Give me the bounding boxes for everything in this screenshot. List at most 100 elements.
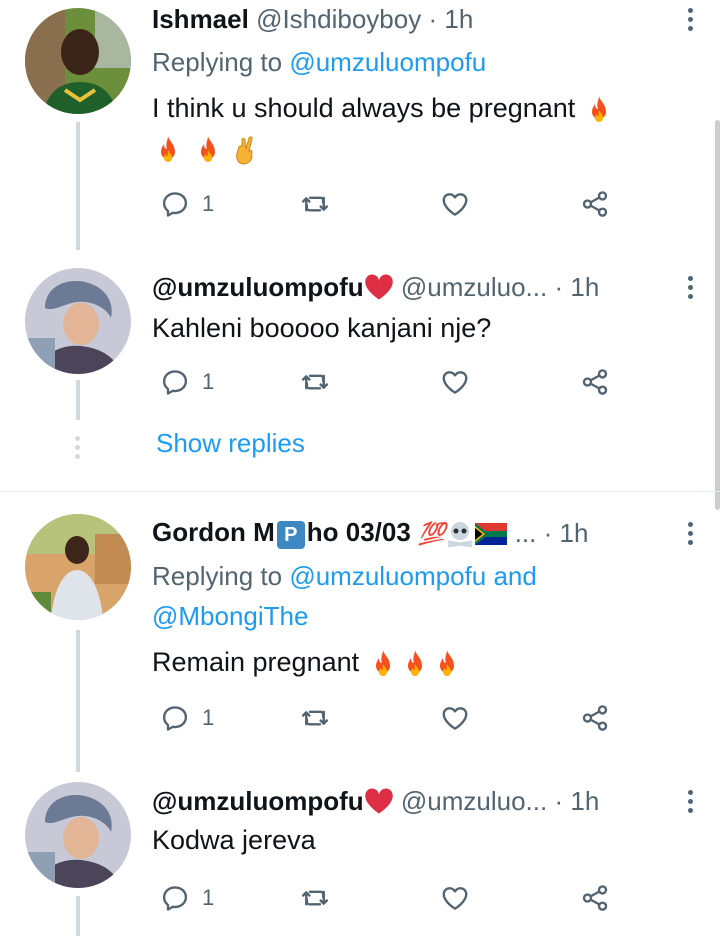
separator-dot: · [543,517,553,548]
more-options-icon[interactable] [686,8,694,35]
share-icon [580,883,610,913]
red-heart-emoji-icon [364,788,393,814]
tweet-text: Remain pregnant [152,642,682,682]
red-heart-emoji-icon [364,274,393,300]
retweet-button[interactable] [300,878,330,918]
display-name-part: Gordon M [152,516,275,547]
tweet-actions: 1 [160,362,620,402]
fire-emoji-icon [152,134,184,166]
timestamp[interactable]: 1h [570,272,599,303]
reply-button[interactable]: 1 [160,362,214,402]
tweet-header: @umzuluompofu @umzuluo... · 1h [152,782,599,820]
heart-icon [440,189,470,219]
share-icon [580,367,610,397]
handle[interactable]: @umzuluo... [401,786,547,817]
display-name-part: ho 03/03 [306,516,411,547]
replying-prefix: Replying to [152,47,290,77]
retweet-button[interactable] [300,362,330,402]
tweet-text: I think u should always be pregnant [152,88,682,168]
timestamp[interactable]: 1h [570,786,599,817]
share-button[interactable] [580,878,610,918]
like-button[interactable] [440,698,470,738]
p-button-emoji-icon: P [276,521,305,550]
display-name[interactable]: Gordon M Pho 03/03 💯 [152,516,508,550]
retweet-icon [300,883,330,913]
handle[interactable]: ... [515,518,537,549]
mention-link[interactable]: @MbongiThe [152,601,308,631]
fire-emoji-icon [583,94,615,126]
fire-emoji-icon [367,648,399,680]
reply-button[interactable]: 1 [160,184,214,224]
replying-and: and [486,561,537,591]
show-replies-link[interactable]: Show replies [156,428,305,459]
display-name[interactable]: Ishmael [152,4,249,35]
retweet-button[interactable] [300,698,330,738]
timestamp[interactable]: 1h [444,4,473,35]
reply-button[interactable]: 1 [160,878,214,918]
more-options-icon[interactable] [686,522,694,549]
heart-icon [440,883,470,913]
retweet-button[interactable] [300,184,330,224]
separator-dot: · [554,785,564,816]
separator-dot: · [554,271,564,302]
avatar[interactable] [25,268,131,374]
thread-line [76,122,80,250]
reply-icon [160,703,190,733]
share-button[interactable] [580,698,610,738]
mention-link[interactable]: @umzuluompofu [289,47,486,77]
timestamp[interactable]: 1h [560,518,589,549]
avatar[interactable] [25,782,131,888]
tweet-header: Ishmael @Ishdiboyboy · 1h [152,0,473,38]
reply-count: 1 [202,705,215,730]
tweet-header: Gordon M Pho 03/03 💯 ... · 1h [152,514,588,552]
reply-icon [160,883,190,913]
skull-crossbones-emoji-icon [448,521,473,548]
fire-emoji-icon [192,134,224,166]
replying-to: Replying to @umzuluompofu [152,42,682,82]
tweet-umzuluompofu-2[interactable]: @umzuluompofu @umzuluo... · 1h Kodwa jer… [0,772,720,936]
display-name[interactable]: @umzuluompofu [152,272,364,303]
replying-prefix: Replying to [152,561,290,591]
avatar[interactable] [25,8,131,114]
share-icon [580,703,610,733]
more-options-icon[interactable] [686,790,694,817]
reply-button[interactable]: 1 [160,698,214,738]
crossed-fingers-emoji-icon [236,136,253,165]
share-icon [580,189,610,219]
tweet-text: Kahleni booooo kanjani nje? [152,313,492,343]
like-button[interactable] [440,878,470,918]
reply-icon [160,367,190,397]
heart-icon [440,367,470,397]
tweet-actions: 1 [160,184,620,224]
tweet-actions: 1 [160,878,620,918]
thread-line [76,380,80,420]
tweet-text: Kodwa jereva [152,825,316,855]
tweet-text-content: Remain pregnant [152,647,360,677]
like-button[interactable] [440,184,470,224]
more-options-icon[interactable] [686,276,694,303]
share-button[interactable] [580,184,610,224]
reply-icon [160,189,190,219]
avatar[interactable] [25,514,131,620]
south-africa-flag-icon [475,522,508,545]
hundred-points-emoji-icon: 💯 [418,520,446,546]
tweet-header: @umzuluompofu @umzuluo... · 1h [152,268,599,306]
tweet-ishmael[interactable]: Ishmael @Ishdiboyboy · 1h Replying to @u… [0,0,720,250]
retweet-icon [300,367,330,397]
retweet-icon [300,189,330,219]
heart-icon [440,703,470,733]
tweet-umzuluompofu-1[interactable]: @umzuluompofu @umzuluo... · 1h Kahleni b… [0,250,720,490]
share-button[interactable] [580,362,610,402]
mention-link[interactable]: @umzuluompofu [289,561,486,591]
separator-dot: · [428,3,438,34]
tweet-actions: 1 [160,698,620,738]
handle[interactable]: @umzuluo... [401,272,547,303]
like-button[interactable] [440,362,470,402]
fire-emoji-icon [431,648,463,680]
reply-count: 1 [202,191,215,216]
handle[interactable]: @Ishdiboyboy [256,4,421,35]
thread-gap-dots [75,436,80,463]
tweet-gordon[interactable]: Gordon M Pho 03/03 💯 ... · 1h Replying to… [0,492,720,772]
display-name[interactable]: @umzuluompofu [152,786,364,817]
thread-line [76,630,80,772]
